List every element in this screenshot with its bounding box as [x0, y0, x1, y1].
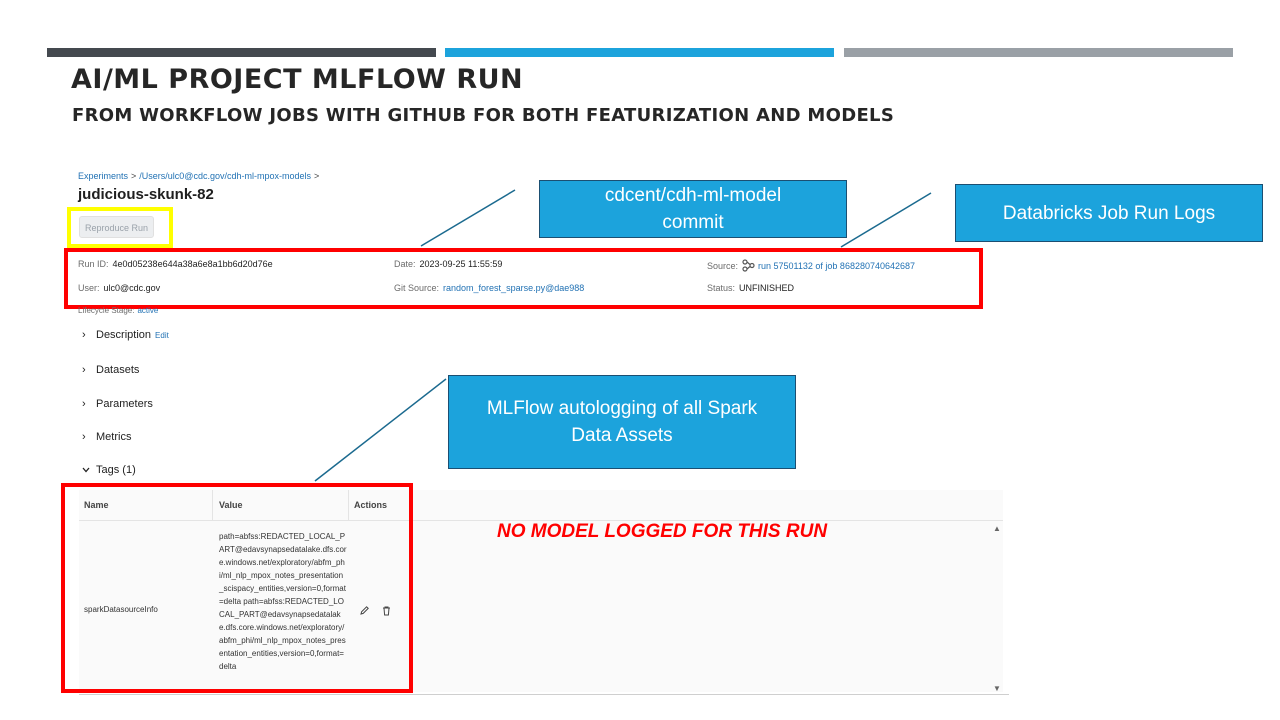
- callout-connectors: [314, 189, 932, 482]
- connector-line-commit: [420, 189, 516, 247]
- connector-line-autolog: [314, 378, 447, 482]
- connector-line-logs: [840, 192, 932, 248]
